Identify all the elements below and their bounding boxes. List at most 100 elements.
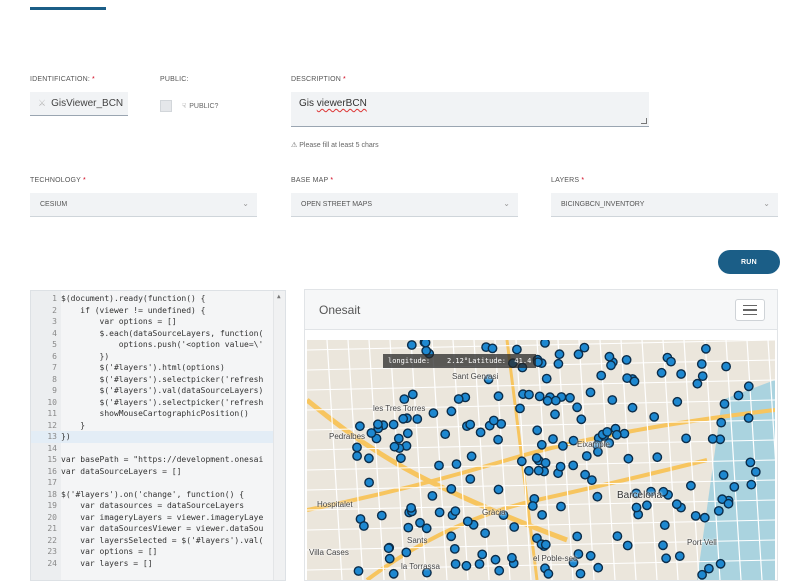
code-line[interactable]: 9 $('#layers').val(dataSourceLayers) — [31, 385, 275, 397]
station-marker-icon[interactable] — [721, 361, 731, 372]
station-marker-icon[interactable] — [383, 543, 394, 554]
station-marker-icon[interactable] — [384, 553, 395, 564]
station-marker-icon[interactable] — [631, 502, 642, 513]
station-marker-icon[interactable] — [649, 412, 660, 422]
station-marker-icon[interactable] — [659, 520, 670, 531]
station-marker-icon[interactable] — [451, 459, 462, 470]
station-marker-icon[interactable] — [421, 523, 432, 534]
station-marker-icon[interactable] — [493, 434, 504, 445]
station-marker-icon[interactable] — [713, 505, 724, 516]
description-textarea[interactable]: Gis viewerBCN — [291, 92, 649, 127]
station-marker-icon[interactable] — [427, 490, 438, 501]
station-marker-icon[interactable] — [450, 506, 461, 517]
station-marker-icon[interactable] — [606, 360, 616, 371]
station-marker-icon[interactable] — [542, 395, 553, 406]
station-marker-icon[interactable] — [602, 427, 613, 437]
station-marker-icon[interactable] — [515, 403, 525, 414]
identification-input[interactable]: ⚔ GisViewer_BCN — [30, 92, 128, 116]
station-marker-icon[interactable] — [690, 510, 701, 521]
technology-select[interactable]: CESIUM ⌄ — [30, 193, 257, 217]
station-marker-icon[interactable] — [750, 466, 761, 477]
map-view[interactable]: longitude: 2.12°Latitude: 41.4 Sant Gerv… — [307, 340, 775, 580]
station-marker-icon[interactable] — [474, 559, 485, 569]
station-marker-icon[interactable] — [420, 340, 431, 348]
station-marker-icon[interactable] — [607, 395, 618, 405]
station-marker-icon[interactable] — [540, 340, 550, 348]
station-marker-icon[interactable] — [627, 402, 638, 413]
code-line[interactable]: 11 showMouseCartographicPosition() — [31, 408, 275, 420]
station-marker-icon[interactable] — [746, 479, 757, 490]
station-marker-icon[interactable] — [745, 457, 756, 468]
station-marker-icon[interactable] — [434, 460, 444, 471]
editor-scrollbar[interactable]: ▲ — [273, 291, 285, 580]
station-marker-icon[interactable] — [585, 387, 596, 398]
station-marker-icon[interactable] — [541, 373, 552, 384]
code-line[interactable]: 4 $.each(dataSourceLayers, function( — [31, 328, 275, 340]
station-marker-icon[interactable] — [406, 340, 417, 350]
station-marker-icon[interactable] — [719, 399, 730, 409]
station-marker-icon[interactable] — [729, 481, 740, 492]
code-line[interactable]: 23 var options = [] — [31, 546, 275, 558]
station-marker-icon[interactable] — [553, 358, 564, 369]
station-marker-icon[interactable] — [399, 394, 410, 404]
code-line[interactable]: 13}) — [31, 431, 275, 443]
station-marker-icon[interactable] — [449, 543, 460, 554]
station-marker-icon[interactable] — [524, 389, 534, 400]
station-marker-icon[interactable] — [629, 376, 640, 387]
station-marker-icon[interactable] — [537, 509, 548, 520]
station-marker-icon[interactable] — [402, 428, 413, 439]
station-marker-icon[interactable] — [585, 550, 596, 561]
station-marker-icon[interactable] — [355, 421, 365, 432]
code-line[interactable]: 8 $('#layers').selectpicker('refresh — [31, 374, 275, 386]
station-marker-icon[interactable] — [359, 521, 369, 531]
station-marker-icon[interactable] — [697, 371, 708, 381]
station-marker-icon[interactable] — [396, 453, 406, 464]
public-checkbox-label[interactable]: ☟ PUBLIC? — [182, 102, 218, 111]
station-marker-icon[interactable] — [593, 562, 604, 573]
station-marker-icon[interactable] — [671, 499, 682, 510]
station-marker-icon[interactable] — [548, 434, 558, 444]
station-marker-icon[interactable] — [743, 381, 754, 392]
station-marker-icon[interactable] — [407, 389, 418, 400]
code-line[interactable]: 7 $('#layers').html(options) — [31, 362, 275, 374]
station-marker-icon[interactable] — [446, 531, 457, 542]
station-marker-icon[interactable] — [465, 474, 476, 484]
code-line[interactable]: 21 var dataSourcesViewer = viewer.dataSo… — [31, 523, 275, 535]
station-marker-icon[interactable] — [592, 491, 603, 502]
station-marker-icon[interactable] — [475, 427, 486, 438]
station-marker-icon[interactable] — [573, 349, 584, 360]
station-marker-icon[interactable] — [715, 558, 726, 569]
station-marker-icon[interactable] — [509, 522, 520, 532]
station-marker-icon[interactable] — [723, 498, 734, 509]
station-marker-icon[interactable] — [493, 484, 504, 495]
station-marker-icon[interactable] — [718, 470, 729, 480]
station-marker-icon[interactable] — [516, 456, 527, 467]
station-marker-icon[interactable] — [536, 439, 547, 450]
station-marker-icon[interactable] — [681, 433, 691, 444]
station-marker-icon[interactable] — [565, 392, 575, 403]
station-marker-icon[interactable] — [388, 568, 399, 579]
station-marker-icon[interactable] — [393, 433, 404, 444]
base-map-select[interactable]: OPEN STREET MAPS ⌄ — [291, 193, 518, 217]
station-marker-icon[interactable] — [494, 565, 505, 576]
station-marker-icon[interactable] — [557, 441, 568, 451]
station-marker-icon[interactable] — [743, 413, 754, 423]
station-marker-icon[interactable] — [707, 434, 718, 444]
station-marker-icon[interactable] — [531, 453, 542, 463]
code-line[interactable]: 17 — [31, 477, 275, 489]
station-marker-icon[interactable] — [672, 396, 683, 407]
code-line[interactable]: 3 var options = [] — [31, 316, 275, 328]
code-line[interactable]: 22 var layersSelected = $('#layers').val… — [31, 535, 275, 547]
station-marker-icon[interactable] — [353, 566, 364, 576]
station-marker-icon[interactable] — [412, 414, 423, 424]
station-marker-icon[interactable] — [604, 351, 615, 362]
station-marker-icon[interactable] — [523, 465, 534, 476]
code-line[interactable]: 6 }) — [31, 351, 275, 363]
station-marker-icon[interactable] — [641, 500, 652, 511]
station-marker-icon[interactable] — [477, 549, 488, 560]
station-marker-icon[interactable] — [596, 370, 607, 381]
station-marker-icon[interactable] — [450, 559, 461, 569]
station-marker-icon[interactable] — [490, 554, 501, 565]
station-marker-icon[interactable] — [540, 539, 551, 550]
station-marker-icon[interactable] — [550, 395, 561, 406]
